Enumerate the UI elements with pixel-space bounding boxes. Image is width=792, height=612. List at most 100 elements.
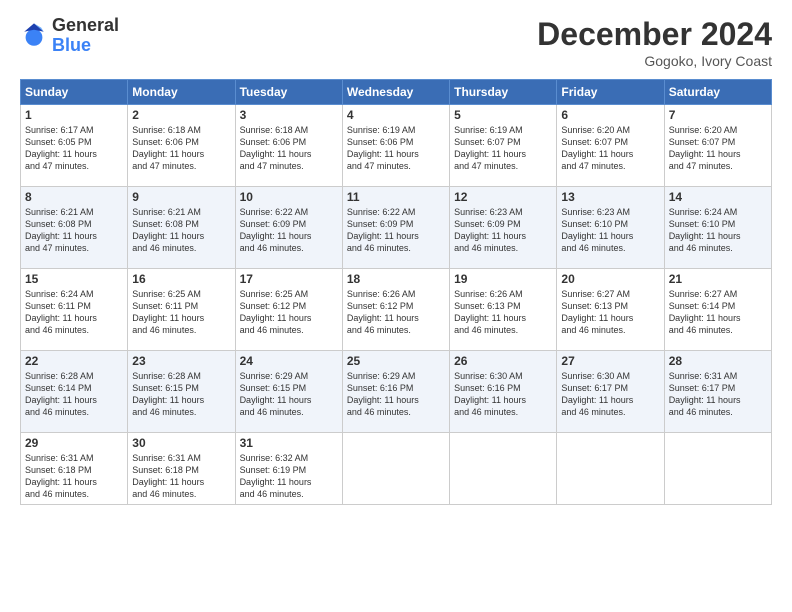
cell-info: Sunrise: 6:27 AMSunset: 6:13 PMDaylight:…: [561, 289, 633, 335]
cell-info: Sunrise: 6:24 AMSunset: 6:11 PMDaylight:…: [25, 289, 97, 335]
day-number: 18: [347, 272, 445, 286]
calendar-cell: 6 Sunrise: 6:20 AMSunset: 6:07 PMDaylight…: [557, 105, 664, 187]
calendar-cell: 31 Sunrise: 6:32 AMSunset: 6:19 PMDayligh…: [235, 433, 342, 505]
day-number: 24: [240, 354, 338, 368]
calendar-cell: 23 Sunrise: 6:28 AMSunset: 6:15 PMDayligh…: [128, 351, 235, 433]
day-number: 8: [25, 190, 123, 204]
day-number: 7: [669, 108, 767, 122]
cell-info: Sunrise: 6:17 AMSunset: 6:05 PMDaylight:…: [25, 125, 97, 171]
calendar-cell: 21Sunrise: 6:27 AMSunset: 6:14 PMDayligh…: [664, 269, 771, 351]
day-number: 14: [669, 190, 767, 204]
calendar-cell: 1Sunrise: 6:17 AMSunset: 6:05 PMDaylight…: [21, 105, 128, 187]
cell-info: Sunrise: 6:31 AMSunset: 6:17 PMDaylight:…: [669, 371, 741, 417]
calendar-cell: [664, 433, 771, 505]
cell-info: Sunrise: 6:26 AMSunset: 6:13 PMDaylight:…: [454, 289, 526, 335]
day-number: 3: [240, 108, 338, 122]
cell-info: Sunrise: 6:20 AMSunset: 6:07 PMDaylight:…: [561, 125, 633, 171]
day-number: 9: [132, 190, 230, 204]
day-header-sunday: Sunday: [21, 80, 128, 105]
calendar-cell: 11 Sunrise: 6:22 AMSunset: 6:09 PMDayligh…: [342, 187, 449, 269]
page: General Blue December 2024 Gogoko, Ivory…: [0, 0, 792, 612]
calendar-cell: 26 Sunrise: 6:30 AMSunset: 6:16 PMDayligh…: [450, 351, 557, 433]
calendar-cell: 10 Sunrise: 6:22 AMSunset: 6:09 PMDayligh…: [235, 187, 342, 269]
day-number: 10: [240, 190, 338, 204]
cell-info: Sunrise: 6:25 AMSunset: 6:11 PMDaylight:…: [132, 289, 204, 335]
cell-info: Sunrise: 6:20 AMSunset: 6:07 PMDaylight:…: [669, 125, 741, 171]
main-title: December 2024: [537, 16, 772, 53]
cell-info: Sunrise: 6:25 AMSunset: 6:12 PMDaylight:…: [240, 289, 312, 335]
calendar-cell: 9 Sunrise: 6:21 AMSunset: 6:08 PMDaylight…: [128, 187, 235, 269]
calendar-cell: 28 Sunrise: 6:31 AMSunset: 6:17 PMDayligh…: [664, 351, 771, 433]
calendar-cell: [342, 433, 449, 505]
cell-info: Sunrise: 6:30 AMSunset: 6:17 PMDaylight:…: [561, 371, 633, 417]
calendar: SundayMondayTuesdayWednesdayThursdayFrid…: [20, 79, 772, 505]
cell-info: Sunrise: 6:18 AMSunset: 6:06 PMDaylight:…: [240, 125, 312, 171]
day-number: 13: [561, 190, 659, 204]
day-number: 22: [25, 354, 123, 368]
calendar-cell: 3 Sunrise: 6:18 AMSunset: 6:06 PMDaylight…: [235, 105, 342, 187]
cell-info: Sunrise: 6:23 AMSunset: 6:09 PMDaylight:…: [454, 207, 526, 253]
day-number: 19: [454, 272, 552, 286]
calendar-cell: 18 Sunrise: 6:26 AMSunset: 6:12 PMDayligh…: [342, 269, 449, 351]
cell-info: Sunrise: 6:19 AMSunset: 6:07 PMDaylight:…: [454, 125, 526, 171]
cell-info: Sunrise: 6:23 AMSunset: 6:10 PMDaylight:…: [561, 207, 633, 253]
calendar-cell: 30 Sunrise: 6:31 AMSunset: 6:18 PMDayligh…: [128, 433, 235, 505]
day-number: 28: [669, 354, 767, 368]
day-number: 11: [347, 190, 445, 204]
calendar-cell: 2 Sunrise: 6:18 AMSunset: 6:06 PMDaylight…: [128, 105, 235, 187]
day-header-wednesday: Wednesday: [342, 80, 449, 105]
day-number: 12: [454, 190, 552, 204]
calendar-cell: 27Sunrise: 6:30 AMSunset: 6:17 PMDayligh…: [557, 351, 664, 433]
calendar-cell: [557, 433, 664, 505]
cell-info: Sunrise: 6:28 AMSunset: 6:14 PMDaylight:…: [25, 371, 97, 417]
cell-info: Sunrise: 6:22 AMSunset: 6:09 PMDaylight:…: [240, 207, 312, 253]
calendar-cell: 8 Sunrise: 6:21 AMSunset: 6:08 PMDaylight…: [21, 187, 128, 269]
cell-info: Sunrise: 6:29 AMSunset: 6:15 PMDaylight:…: [240, 371, 312, 417]
day-header-tuesday: Tuesday: [235, 80, 342, 105]
day-number: 15: [25, 272, 123, 286]
calendar-cell: 4 Sunrise: 6:19 AMSunset: 6:06 PMDaylight…: [342, 105, 449, 187]
day-number: 20: [561, 272, 659, 286]
cell-info: Sunrise: 6:27 AMSunset: 6:14 PMDaylight:…: [669, 289, 741, 335]
cell-info: Sunrise: 6:19 AMSunset: 6:06 PMDaylight:…: [347, 125, 419, 171]
logo-general: General: [52, 16, 119, 36]
day-number: 29: [25, 436, 123, 450]
day-header-thursday: Thursday: [450, 80, 557, 105]
cell-info: Sunrise: 6:21 AMSunset: 6:08 PMDaylight:…: [132, 207, 204, 253]
calendar-cell: 20 Sunrise: 6:27 AMSunset: 6:13 PMDayligh…: [557, 269, 664, 351]
calendar-cell: 25 Sunrise: 6:29 AMSunset: 6:16 PMDayligh…: [342, 351, 449, 433]
cell-info: Sunrise: 6:26 AMSunset: 6:12 PMDaylight:…: [347, 289, 419, 335]
cell-info: Sunrise: 6:18 AMSunset: 6:06 PMDaylight:…: [132, 125, 204, 171]
day-number: 31: [240, 436, 338, 450]
cell-info: Sunrise: 6:31 AMSunset: 6:18 PMDaylight:…: [25, 453, 97, 499]
calendar-cell: 16 Sunrise: 6:25 AMSunset: 6:11 PMDayligh…: [128, 269, 235, 351]
day-header-friday: Friday: [557, 80, 664, 105]
logo-text: General Blue: [52, 16, 119, 56]
cell-info: Sunrise: 6:22 AMSunset: 6:09 PMDaylight:…: [347, 207, 419, 253]
day-number: 23: [132, 354, 230, 368]
calendar-cell: 7 Sunrise: 6:20 AMSunset: 6:07 PMDaylight…: [664, 105, 771, 187]
calendar-cell: 5Sunrise: 6:19 AMSunset: 6:07 PMDaylight…: [450, 105, 557, 187]
calendar-cell: 15 Sunrise: 6:24 AMSunset: 6:11 PMDayligh…: [21, 269, 128, 351]
calendar-cell: [450, 433, 557, 505]
cell-info: Sunrise: 6:32 AMSunset: 6:19 PMDaylight:…: [240, 453, 312, 499]
cell-info: Sunrise: 6:30 AMSunset: 6:16 PMDaylight:…: [454, 371, 526, 417]
calendar-header-row: SundayMondayTuesdayWednesdayThursdayFrid…: [21, 80, 772, 105]
cell-info: Sunrise: 6:31 AMSunset: 6:18 PMDaylight:…: [132, 453, 204, 499]
cell-info: Sunrise: 6:29 AMSunset: 6:16 PMDaylight:…: [347, 371, 419, 417]
day-number: 17: [240, 272, 338, 286]
day-number: 16: [132, 272, 230, 286]
cell-info: Sunrise: 6:21 AMSunset: 6:08 PMDaylight:…: [25, 207, 97, 253]
day-number: 25: [347, 354, 445, 368]
day-number: 30: [132, 436, 230, 450]
cell-info: Sunrise: 6:28 AMSunset: 6:15 PMDaylight:…: [132, 371, 204, 417]
day-number: 2: [132, 108, 230, 122]
calendar-cell: 19 Sunrise: 6:26 AMSunset: 6:13 PMDayligh…: [450, 269, 557, 351]
header: General Blue December 2024 Gogoko, Ivory…: [20, 16, 772, 69]
logo-blue: Blue: [52, 36, 119, 56]
day-number: 6: [561, 108, 659, 122]
calendar-cell: 17 Sunrise: 6:25 AMSunset: 6:12 PMDayligh…: [235, 269, 342, 351]
day-number: 26: [454, 354, 552, 368]
day-number: 4: [347, 108, 445, 122]
calendar-cell: 12 Sunrise: 6:23 AMSunset: 6:09 PMDayligh…: [450, 187, 557, 269]
